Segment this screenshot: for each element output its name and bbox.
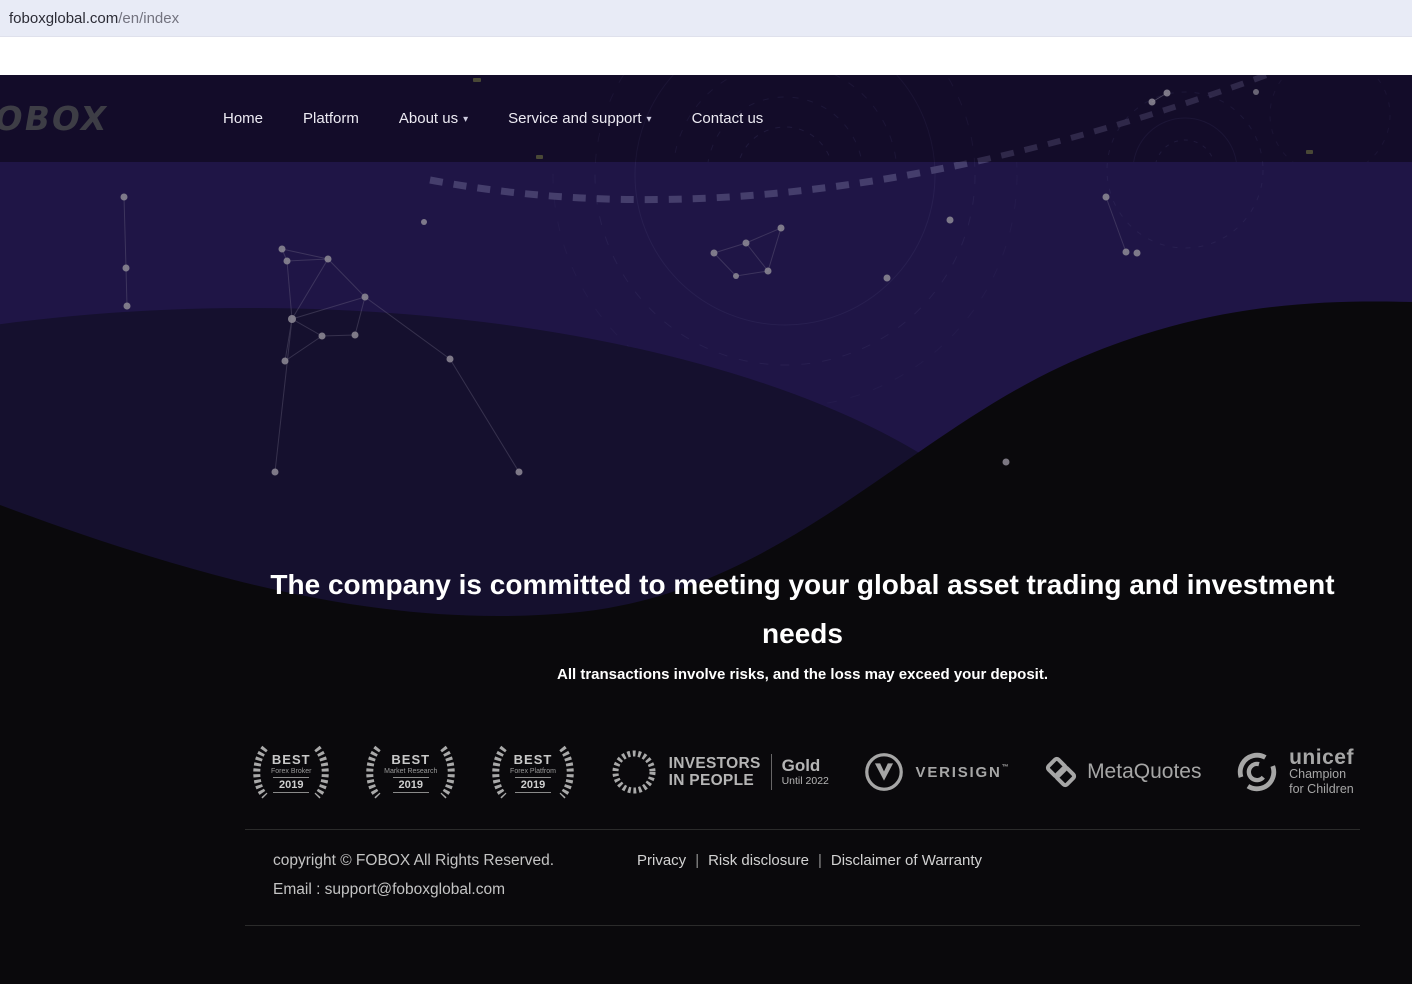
award-subtitle: Forex Platfrom [510, 768, 556, 775]
hero-heading: The company is committed to meeting your… [245, 560, 1360, 658]
disclaimer-of-warranty-link[interactable]: Disclaimer of Warranty [831, 852, 982, 869]
risk-disclosure-link[interactable]: Risk disclosure [708, 852, 809, 869]
unicef-line1: Champion [1289, 767, 1354, 782]
support-email: Email : support@foboxglobal.com [273, 881, 637, 899]
metaquotes-knot-icon [1043, 754, 1079, 790]
url-path: /en/index [118, 10, 179, 27]
nav-item-home[interactable]: Home [223, 110, 263, 127]
award-year: 2019 [273, 777, 309, 793]
chevron-down-icon: ▾ [463, 114, 468, 125]
footer: copyright © FOBOX All Rights Reserved. E… [245, 852, 1360, 899]
award-title: BEST [514, 752, 553, 767]
unicef-line2: for Children [1289, 782, 1354, 797]
laurel-right-icon [439, 745, 457, 799]
privacy-link[interactable]: Privacy [637, 852, 686, 869]
award-badge-forex-broker: BEST Forex Broker 2019 [251, 745, 331, 799]
footer-bottom-divider [245, 925, 1360, 926]
trademark-mark: ™ [1002, 764, 1011, 771]
link-separator: | [809, 852, 831, 869]
wreath-circle-icon [609, 747, 659, 797]
nav-item-about-us[interactable]: About us▾ [399, 110, 468, 127]
metaquotes-label: MetaQuotes [1087, 760, 1201, 784]
nav-menu: Home Platform About us▾ Service and supp… [223, 75, 803, 162]
footer-links: Privacy | Risk disclosure | Disclaimer o… [637, 852, 982, 899]
laurel-left-icon [490, 745, 508, 799]
verisign-label: VERISIGN™ [916, 764, 1011, 781]
unicef-brand: unicef [1289, 748, 1354, 767]
nav-item-platform[interactable]: Platform [303, 110, 359, 127]
webpage: FOBOX Home Platform About us▾ Service an… [0, 75, 1412, 984]
award-badge-forex-platform: BEST Forex Platfrom 2019 [490, 745, 576, 799]
chevron-down-icon: ▾ [647, 114, 652, 125]
award-badge-market-research: BEST Market Research 2019 [364, 745, 457, 799]
link-separator: | [686, 852, 708, 869]
footer-top-divider [245, 829, 1360, 830]
laurel-left-icon [364, 745, 382, 799]
laurel-right-icon [558, 745, 576, 799]
url-host: foboxglobal.com [9, 10, 118, 27]
iip-line1: INVESTORS [669, 755, 761, 772]
copyright-text: copyright © FOBOX All Rights Reserved. [273, 852, 637, 870]
certification-logos-row: BEST Forex Broker 2019 BEST Market Resea… [245, 743, 1360, 801]
nav-item-contact-us[interactable]: Contact us [692, 110, 764, 127]
laurel-left-icon [251, 745, 269, 799]
vertical-divider [771, 754, 772, 790]
laurel-right-icon [313, 745, 331, 799]
browser-chrome-strip [0, 37, 1412, 75]
iip-valid-until: Until 2022 [782, 775, 829, 787]
hero-subheading: All transactions involve risks, and the … [245, 666, 1360, 683]
verisign-badge: VERISIGN™ [862, 750, 1011, 794]
main-content: The company is committed to meeting your… [245, 560, 1360, 926]
investors-in-people-badge: INVESTORS IN PEOPLE Gold Until 2022 [609, 747, 829, 797]
unicef-emblem-icon [1234, 749, 1280, 795]
award-title: BEST [391, 752, 430, 767]
verisign-check-icon [862, 750, 906, 794]
award-year: 2019 [393, 777, 429, 793]
award-subtitle: Market Research [384, 768, 437, 775]
address-bar[interactable]: foboxglobal.com/en/index [0, 0, 1412, 37]
iip-line2: IN PEOPLE [669, 772, 761, 789]
unicef-badge: unicef Champion for Children [1234, 748, 1354, 797]
award-year: 2019 [515, 777, 551, 793]
award-title: BEST [272, 752, 311, 767]
award-subtitle: Forex Broker [271, 768, 311, 775]
nav-item-service-and-support[interactable]: Service and support▾ [508, 110, 651, 127]
metaquotes-badge: MetaQuotes [1043, 754, 1201, 790]
iip-award-level: Gold [782, 757, 829, 775]
top-navigation: FOBOX Home Platform About us▾ Service an… [0, 75, 1412, 162]
logo[interactable]: FOBOX [0, 99, 112, 138]
